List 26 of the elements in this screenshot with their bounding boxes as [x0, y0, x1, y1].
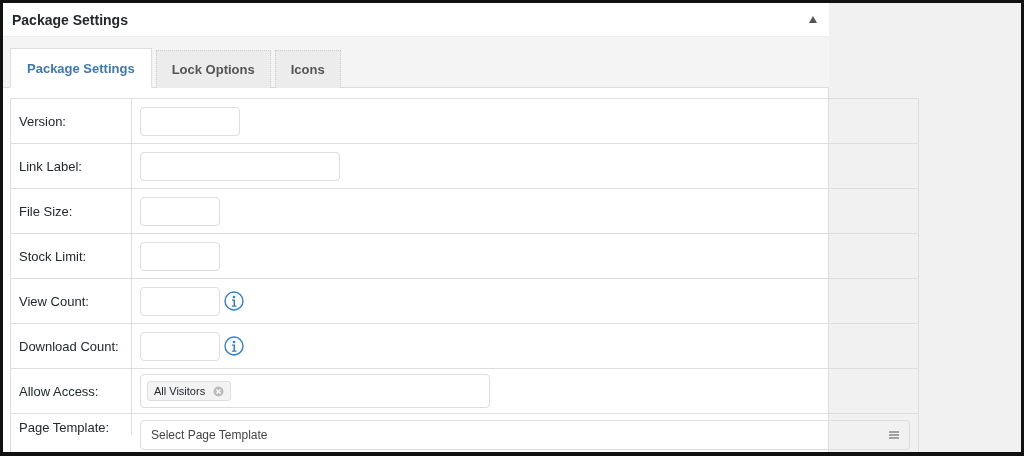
panel-title: Package Settings — [12, 11, 128, 28]
tag-chip: All Visitors — [147, 381, 232, 401]
input-field[interactable] — [140, 241, 220, 271]
remove-icon[interactable] — [213, 385, 225, 397]
field-label: View Count: — [19, 293, 89, 309]
field-label: File Size: — [19, 203, 73, 219]
input-field[interactable] — [140, 331, 220, 361]
field-label: Page Template: — [19, 420, 110, 435]
collapse-icon[interactable] — [809, 16, 817, 23]
field-label: Version: — [19, 113, 66, 129]
template-dropdown[interactable]: Select Page Template — [140, 420, 910, 450]
field-label: Allow Access: — [19, 383, 99, 399]
field-label: Download Count: — [19, 338, 119, 354]
info-icon[interactable] — [224, 291, 244, 311]
field-label: Link Label: — [19, 158, 82, 174]
field-label: Stock Limit: — [19, 248, 87, 264]
tab[interactable]: Package Settings — [10, 48, 152, 88]
input-field[interactable] — [140, 286, 220, 316]
menu-icon — [889, 431, 899, 439]
info-icon[interactable] — [224, 336, 244, 356]
tab[interactable]: Lock Options — [155, 50, 271, 88]
input-field[interactable] — [140, 106, 240, 136]
access-field[interactable]: All Visitors — [140, 374, 490, 408]
input-field[interactable] — [140, 151, 340, 181]
input-field[interactable] — [140, 196, 220, 226]
tab[interactable]: Icons — [274, 50, 341, 88]
